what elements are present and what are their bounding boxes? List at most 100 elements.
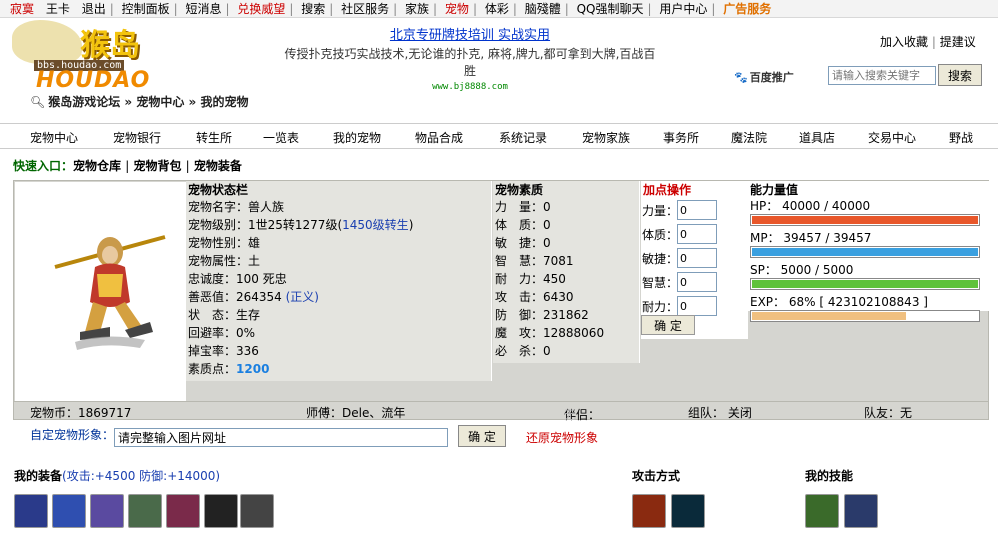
pet-teammate: 队友：无 [864,406,913,420]
nav-item-exchange[interactable]: 兑换威望 [233,2,289,16]
menu-item-system-log[interactable]: 系统记录 [499,129,547,146]
bracelet-icon[interactable] [204,494,238,528]
add-wisdom-input[interactable] [677,272,717,292]
menu-item-pet-family[interactable]: 宠物家族 [582,129,630,146]
nav-item-lottery[interactable]: 体彩 [481,2,513,16]
warrior-skill-icon[interactable] [844,494,878,528]
menu-item-my-pets[interactable]: 我的宠物 [333,129,381,146]
custom-image-label: 自定宠物形象： [30,428,115,442]
ring-icon[interactable] [52,494,86,528]
menu-item-synthesis[interactable]: 物品合成 [415,129,463,146]
suggest-link[interactable]: 提建议 [940,35,976,49]
exp-label: EXP： 68% [ 423102108843 ] [750,295,928,309]
menu-item-magic[interactable]: 魔法院 [731,129,767,146]
baidu-promo[interactable]: 🐾 百度推广 [734,69,794,85]
menu-item-overview[interactable]: 一览表 [263,129,299,146]
add-strength-row: 力量： [641,198,748,222]
armor-icon[interactable] [14,494,48,528]
pet-state: 状 态：生存 [188,308,261,322]
status-column: 宠物状态栏 宠物名字：兽人族 宠物级别：1世25转1277级(1450级转生) … [186,181,492,381]
pet-attribute: 宠物属性：土 [188,254,261,268]
nav-item-wangka[interactable]: 王卡 [42,2,74,16]
logo-text-en: HOUDAO [36,68,151,93]
boots-icon[interactable] [90,494,124,528]
pet-image [15,182,186,401]
pet-loyalty: 忠诚度：100 死忠 [188,272,287,286]
quick-entry: 快速入口：宠物仓库 | 宠物背包 | 宠物装备 [13,159,242,173]
beast-skill-icon[interactable] [805,494,839,528]
palm-tree-icon [12,20,82,64]
quality-critical: 必 杀：0 [495,344,551,358]
menu-item-rebirth[interactable]: 转生所 [196,129,232,146]
custom-image-input[interactable] [114,428,448,447]
breadcrumb-text[interactable]: 猴岛游戏论坛 » 宠物中心 » 我的宠物 [48,95,248,109]
pet-master: 师傅：Dele、流年 [306,406,406,420]
menu-item-pet-center[interactable]: 宠物中心 [30,129,78,146]
nav-item-messages[interactable]: 短消息 [181,2,225,16]
nav-item-family[interactable]: 家族 [401,2,433,16]
nav-item-qq-chat[interactable]: QQ强制聊天 [573,2,648,16]
quality-wisdom: 智 慧：7081 [495,254,574,268]
add-strength-input[interactable] [677,200,717,220]
add-constitution-input[interactable] [677,224,717,244]
nav-item-jimo[interactable]: 寂寞 [6,2,38,16]
header-links: 加入收藏 | 提建议 [880,35,976,49]
hp-bar [750,214,980,226]
add-points-confirm-button[interactable]: 确 定 [641,315,695,335]
energy-orb-icon[interactable] [671,494,705,528]
add-agility-input[interactable] [677,248,717,268]
weapon-icon[interactable] [166,494,200,528]
menu-item-office[interactable]: 事务所 [663,129,699,146]
pet-name: 宠物名字：兽人族 [188,200,285,214]
nav-item-logout[interactable]: 退出 [78,2,110,16]
nav-item-ads[interactable]: 广告服务 [719,2,775,16]
pet-coins: 宠物币：1869717 [30,406,132,420]
nav-item-brain[interactable]: 脑殘體 [521,2,565,16]
nav-item-pets[interactable]: 宠物 [441,2,473,16]
sp-bar [750,278,980,290]
header: 猴岛 bbs.houdao.com HOUDAO 北京专研牌技培训 实战实用 传… [0,18,998,93]
ad-title[interactable]: 北京专研牌技培训 实战实用 [280,24,660,43]
favorite-link[interactable]: 加入收藏 [880,35,928,49]
menu-item-pet-bank[interactable]: 宠物银行 [113,129,161,146]
sp-bar-fill [752,280,978,288]
attack-title: 攻击方式 [632,469,681,483]
main-menu: 宠物中心 宠物银行 转生所 一览表 我的宠物 物品合成 系统记录 宠物家族 事务… [0,123,998,149]
search-input[interactable] [828,66,936,85]
nav-item-user-center[interactable]: 用户中心 [655,2,711,16]
top-nav-bar: 寂寞 王卡 退出 | 控制面板 | 短消息 | 兑换威望 | 搜索 | 社区服务 | 家族 |… [0,0,998,18]
add-points-column: 加点操作 力量： 体质： 敏捷： 智慧： 耐力： 确 定 [641,181,748,339]
ad-banner[interactable]: 北京专研牌技培训 实战实用 传授扑克技巧实战技术,无论谁的扑克, 麻将,牌九,都… [280,24,660,92]
ad-url[interactable]: www.bj8888.com [280,82,660,92]
helmet-icon[interactable] [128,494,162,528]
custom-image-confirm-button[interactable]: 确 定 [458,425,506,447]
rebirth-link[interactable]: 1450级转生 [342,218,409,232]
ability-title: 能力量值 [750,183,799,197]
quick-link-backpack[interactable]: 宠物背包 [133,159,181,173]
nav-item-search[interactable]: 搜索 [297,2,329,16]
menu-item-shop[interactable]: 道具店 [799,129,835,146]
claw-icon[interactable] [240,494,274,528]
menu-item-trade[interactable]: 交易中心 [868,129,916,146]
sp-label: SP： 5000 / 5000 [750,263,854,277]
search-button[interactable]: 搜索 [938,64,982,86]
menu-item-field[interactable]: 野战 [949,129,973,146]
nav-item-community[interactable]: 社区服务 [337,2,393,16]
top-nav-links: 寂寞 王卡 退出 | 控制面板 | 短消息 | 兑换威望 | 搜索 | 社区服务 | 家族 |… [6,2,775,16]
fire-attack-icon[interactable] [632,494,666,528]
search-icon: 🔍︎ [30,95,46,109]
nav-item-control-panel[interactable]: 控制面板 [118,2,174,16]
quality-defense: 防 御：231862 [495,308,589,322]
pet-drop-rate: 掉宝率：336 [188,344,259,358]
quality-constitution: 体 质：0 [495,218,551,232]
add-points-title: 加点操作 [643,183,692,197]
ability-column: 能力量值 HP： 40000 / 40000 MP： 39457 / 39457… [748,181,989,322]
quality-agility: 敏 捷：0 [495,236,551,250]
paw-icon: 🐾 [734,71,748,84]
site-logo[interactable]: 猴岛 bbs.houdao.com HOUDAO [12,20,149,93]
restore-image-link[interactable]: 还原宠物形象 [526,429,598,446]
add-endurance-input[interactable] [677,296,717,316]
quick-link-equipment[interactable]: 宠物装备 [194,159,242,173]
pet-karma: 善恶值：264354 (正义) [188,290,319,304]
quick-link-warehouse[interactable]: 宠物仓库 [73,159,121,173]
